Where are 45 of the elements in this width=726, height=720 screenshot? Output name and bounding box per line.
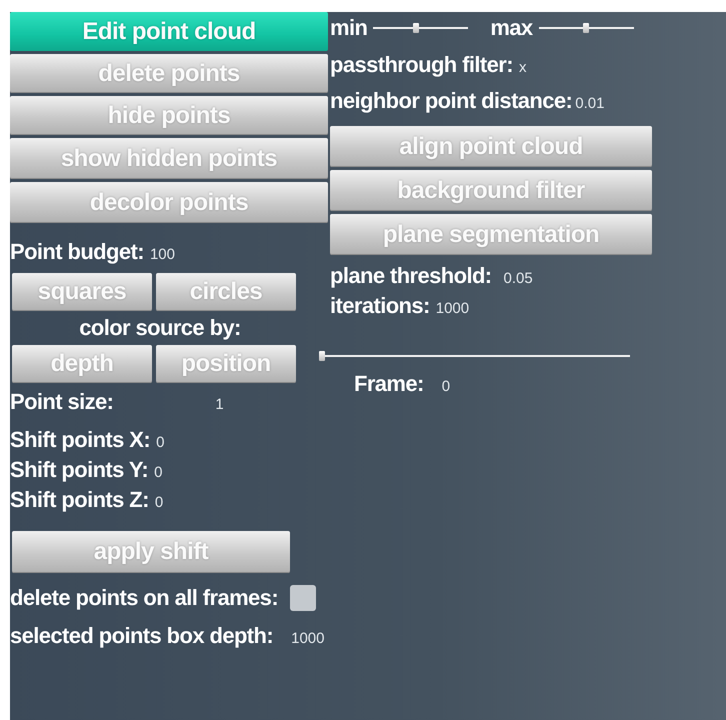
slider-track[interactable] — [538, 21, 634, 35]
shape-button[interactable]: squares — [12, 273, 152, 311]
checkbox-label: delete points on all frames: — [10, 585, 278, 611]
section-label: color source by: — [78, 314, 242, 342]
field-label: selected points box depth: — [10, 623, 274, 649]
action-button[interactable]: show hidden points — [10, 138, 328, 179]
slider-track[interactable] — [373, 21, 468, 35]
field-value: 0.01 — [575, 95, 604, 112]
field-label: iterations: — [330, 293, 430, 319]
field-value: x — [518, 59, 526, 76]
field-value: 0 — [154, 494, 164, 511]
shape-button[interactable]: circles — [156, 273, 296, 311]
field-value: 1000 — [291, 630, 324, 647]
slider-track[interactable] — [322, 349, 630, 363]
field-value: 0.05 — [504, 270, 533, 287]
slider-label: min — [330, 15, 368, 41]
slider-thumb[interactable] — [413, 23, 420, 33]
field-label: Shift points X: — [10, 427, 150, 453]
action-button[interactable]: decolor points — [10, 182, 328, 223]
field-value: 1000 — [436, 300, 470, 317]
field-value: 0 — [442, 378, 450, 395]
field-label: passthrough filter: — [330, 52, 513, 78]
field-label: Point budget: — [10, 239, 144, 265]
field-label: Shift points Y: — [10, 457, 148, 483]
field-label: Frame: — [354, 371, 424, 397]
action-button[interactable]: Edit point cloud — [10, 12, 328, 51]
field-label: Point size: — [10, 389, 114, 415]
action-button[interactable]: delete points — [10, 54, 328, 93]
tool-button[interactable]: plane segmentation — [330, 214, 652, 255]
slider-thumb[interactable] — [319, 351, 325, 361]
field-value: 0 — [156, 434, 164, 451]
tool-button[interactable]: background filter — [330, 170, 652, 211]
field-label: neighbor point distance: — [330, 88, 572, 114]
tool-button[interactable]: align point cloud — [330, 126, 652, 167]
color-source-button[interactable]: depth — [12, 345, 152, 383]
action-button[interactable]: hide points — [10, 96, 328, 135]
color-source-button[interactable]: position — [156, 345, 296, 383]
slider-thumb[interactable] — [583, 23, 590, 33]
field-value: 0 — [154, 464, 162, 481]
field-value: 1 — [215, 396, 224, 413]
slider-label: max — [490, 15, 533, 41]
field-label: plane threshold: — [330, 263, 492, 289]
field-label: Shift points Z: — [10, 487, 149, 513]
field-value: 100 — [150, 246, 175, 263]
checkbox[interactable] — [290, 585, 316, 611]
